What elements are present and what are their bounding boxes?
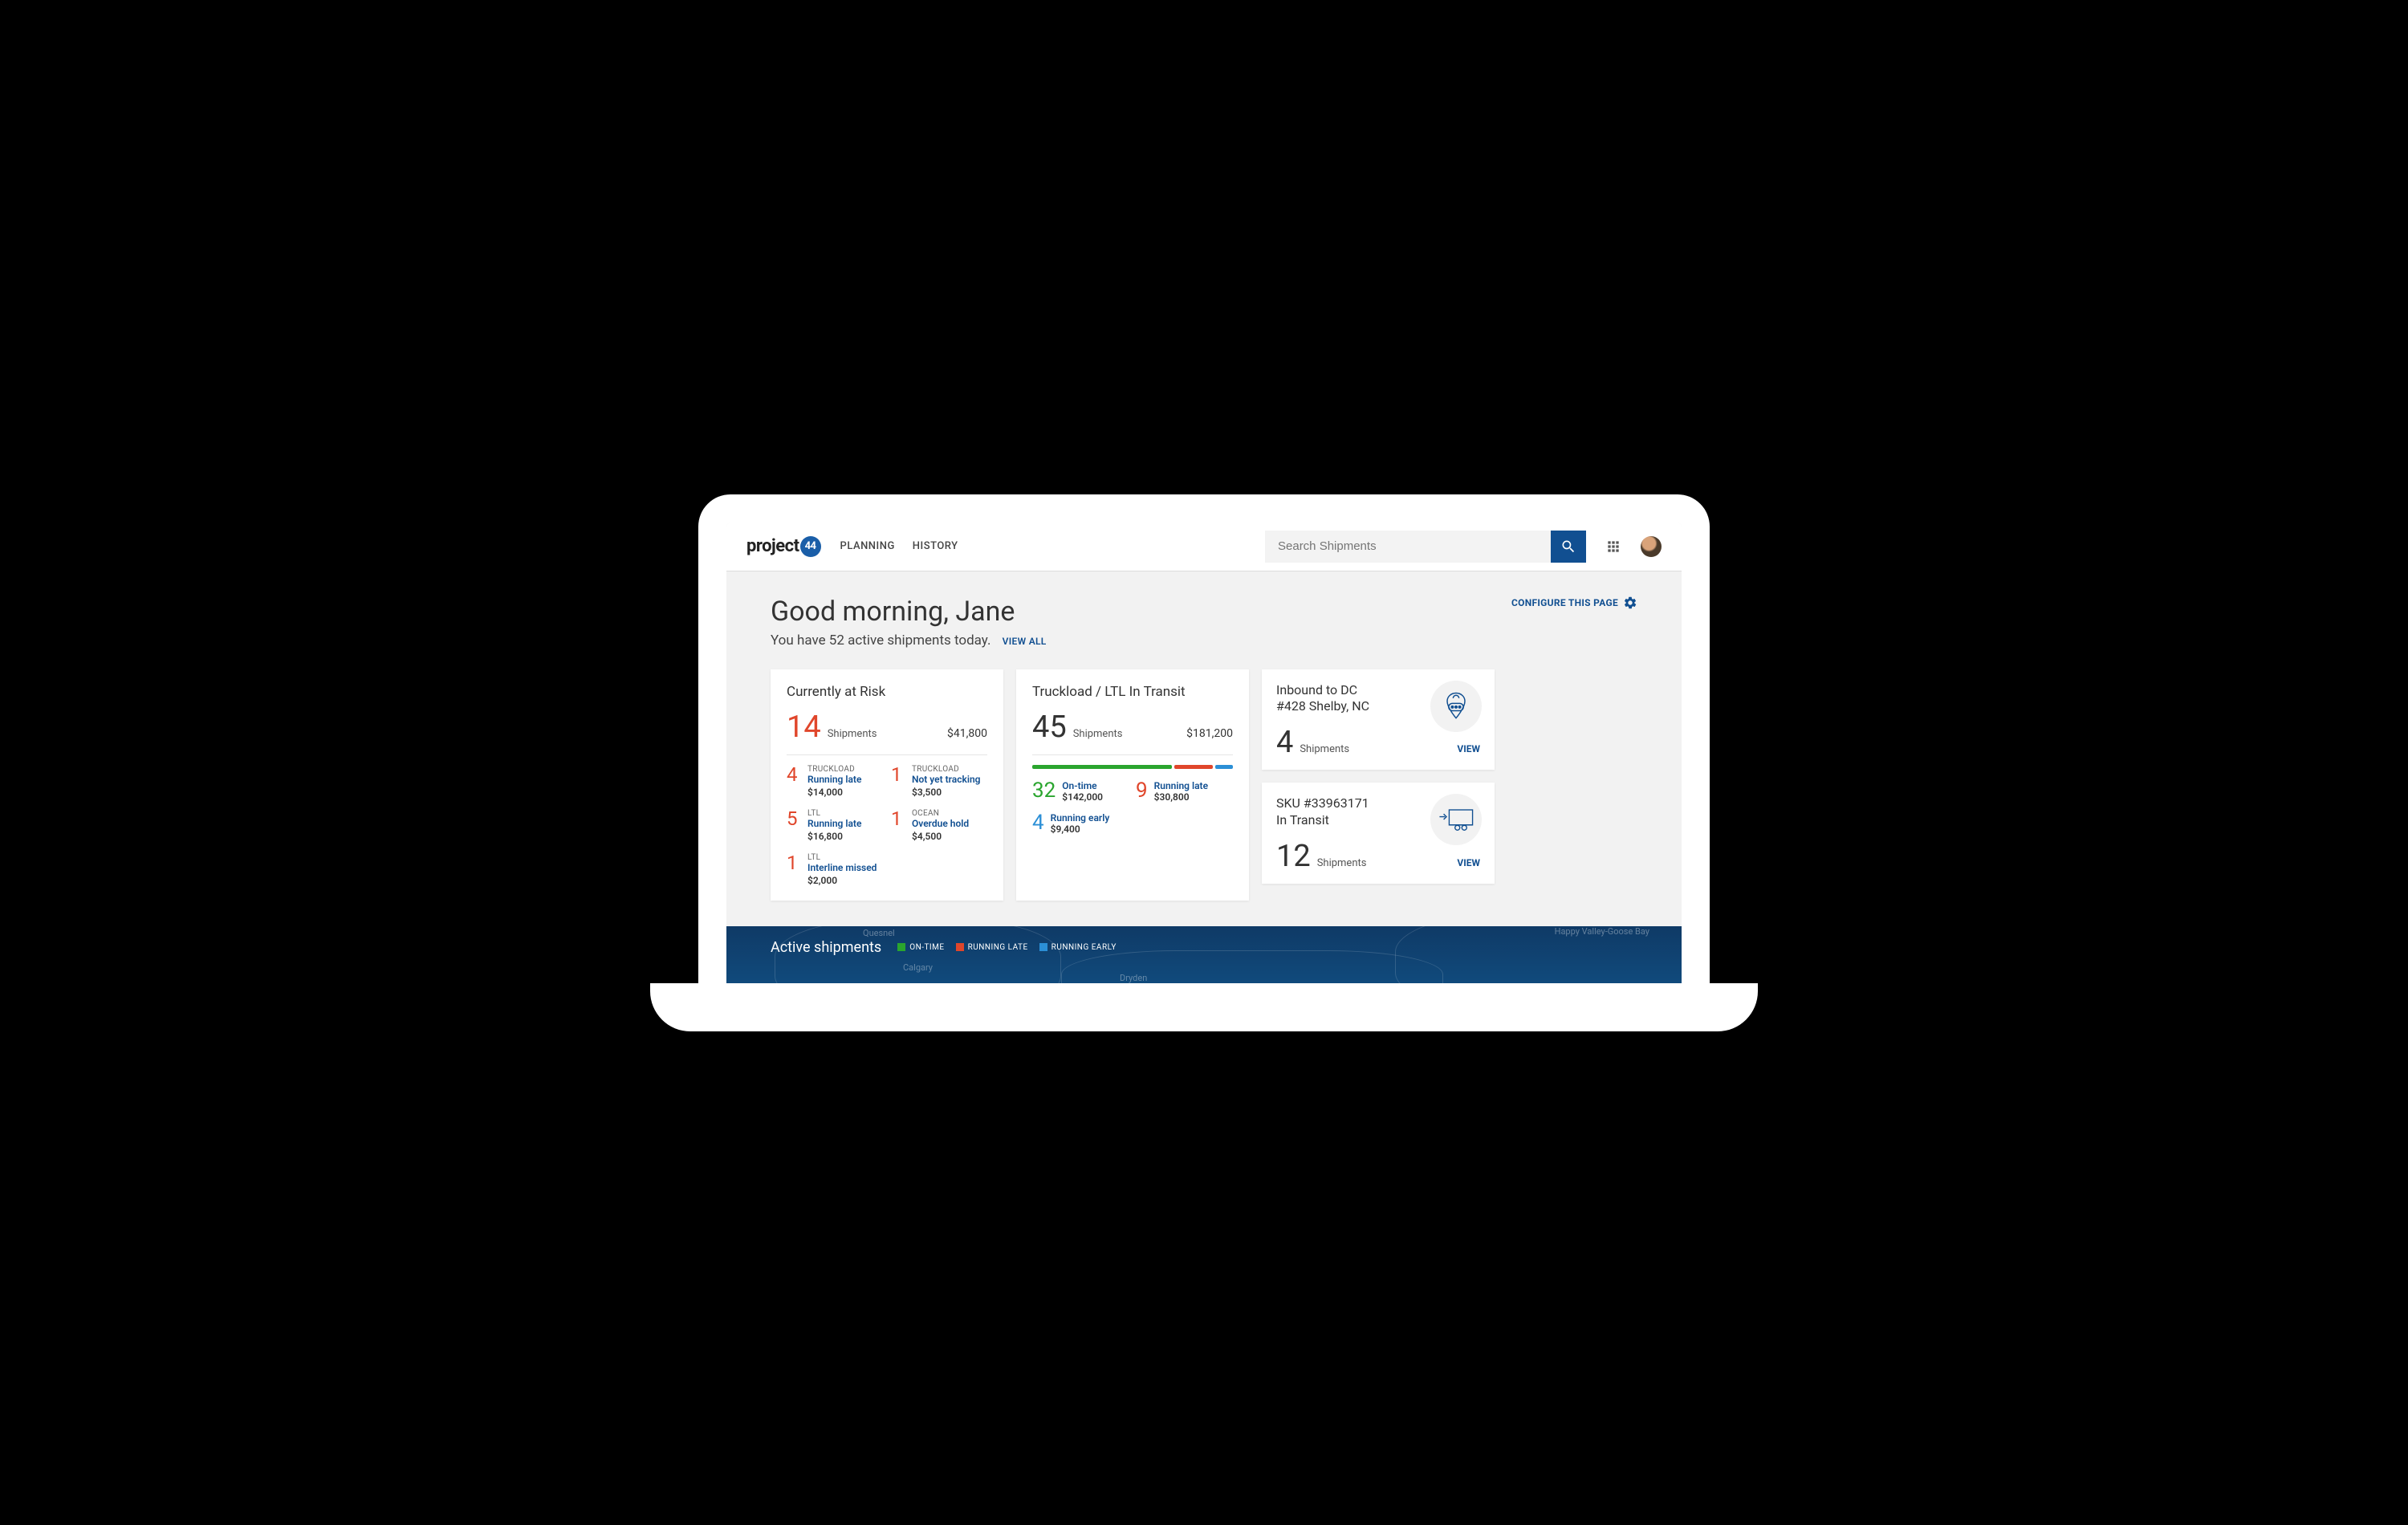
risk-amount: $41,800 (947, 727, 987, 740)
transit-item-early: 4 Running early $9,400 (1032, 812, 1129, 835)
right-column: Inbound to DC #428 Shelby, NC (1262, 669, 1495, 901)
risk-breakdown: 4 TRUCKLOAD Running late $14,000 1 TRUCK… (787, 765, 987, 886)
greeting: Good morning, Jane You have 52 active sh… (771, 596, 1047, 649)
card-sku-transit: SKU #33963171 In Transit (1262, 783, 1495, 884)
card-title: SKU #33963171 In Transit (1276, 795, 1413, 829)
card-at-risk: Currently at Risk 14 Shipments $41,800 4… (771, 669, 1003, 901)
search-bar (1265, 531, 1586, 563)
dashboard-page: Good morning, Jane You have 52 active sh… (726, 571, 1682, 901)
search-input[interactable] (1265, 531, 1551, 563)
risk-status-link[interactable]: Running late (807, 774, 883, 785)
logo[interactable]: project44 (746, 536, 821, 557)
risk-count-label: Shipments (828, 728, 877, 740)
transit-count: 45 (1032, 710, 1067, 745)
transit-item-late: 9 Running late $30,800 (1136, 780, 1233, 803)
transit-progress-bar (1032, 765, 1233, 769)
app-header: project44 PLANNING HISTORY (726, 523, 1682, 571)
inbound-count: 4 (1276, 725, 1293, 760)
card-title: Currently at Risk (787, 684, 987, 700)
map-legend: ON-TIME RUNNING LATE RUNNING EARLY (897, 943, 1117, 952)
laptop-frame: project44 PLANNING HISTORY Good morning,… (698, 494, 1710, 1031)
map-title: Active shipments (771, 939, 881, 956)
card-inbound-dc: Inbound to DC #428 Shelby, NC (1262, 669, 1495, 771)
risk-item: 4 TRUCKLOAD Running late $14,000 (787, 765, 883, 798)
greeting-row: Good morning, Jane You have 52 active sh… (771, 596, 1637, 649)
nav-history[interactable]: HISTORY (913, 540, 958, 552)
map-header: Active shipments ON-TIME RUNNING LATE RU… (771, 939, 1637, 956)
screen: project44 PLANNING HISTORY Good morning,… (726, 523, 1682, 983)
gear-icon (1623, 596, 1637, 610)
active-shipments-map[interactable]: Quesnel Calgary Vancouver Dryden Thunder… (726, 926, 1682, 983)
transit-breakdown: 32 On-time $142,000 9 Running late $30,8… (1032, 780, 1233, 835)
truck-icon (1430, 794, 1482, 845)
risk-status-link[interactable]: Interline missed (807, 862, 883, 873)
transit-status-link[interactable]: On-time (1062, 780, 1103, 791)
risk-status-link[interactable]: Overdue hold (912, 818, 987, 829)
view-all-link[interactable]: VIEW ALL (1003, 636, 1047, 647)
location-icon (1430, 681, 1482, 732)
card-totals: 14 Shipments $41,800 (787, 710, 987, 755)
card-totals: 45 Shipments $181,200 (1032, 710, 1233, 755)
transit-item-on-time: 32 On-time $142,000 (1032, 780, 1129, 803)
page-subtitle: You have 52 active shipments today. VIEW… (771, 632, 1047, 649)
bar-early (1215, 765, 1233, 769)
nav-planning[interactable]: PLANNING (840, 540, 895, 552)
logo-badge: 44 (800, 536, 821, 557)
risk-item: 5 LTL Running late $16,800 (787, 809, 883, 842)
card-in-transit: Truckload / LTL In Transit 45 Shipments … (1016, 669, 1249, 901)
avatar[interactable] (1641, 536, 1662, 557)
configure-page-button[interactable]: CONFIGURE THIS PAGE (1511, 596, 1637, 610)
legend-on-time: ON-TIME (897, 943, 944, 952)
bar-late (1174, 765, 1214, 769)
view-button[interactable]: VIEW (1457, 857, 1480, 868)
view-button[interactable]: VIEW (1457, 743, 1480, 754)
sku-count: 12 (1276, 839, 1311, 874)
page-title: Good morning, Jane (771, 596, 1047, 628)
risk-item: 1 LTL Interline missed $2,000 (787, 853, 883, 886)
search-icon (1560, 539, 1576, 555)
legend-early: RUNNING EARLY (1039, 943, 1117, 952)
transit-status-link[interactable]: Running late (1154, 780, 1208, 791)
search-button[interactable] (1551, 531, 1586, 563)
risk-status-link[interactable]: Running late (807, 818, 883, 829)
risk-item: 1 OCEAN Overdue hold $4,500 (891, 809, 987, 842)
transit-amount: $181,200 (1186, 727, 1233, 740)
main-nav: PLANNING HISTORY (840, 540, 958, 552)
transit-status-link[interactable]: Running early (1051, 812, 1110, 824)
card-title: Inbound to DC #428 Shelby, NC (1276, 682, 1413, 716)
risk-status-link[interactable]: Not yet tracking (912, 774, 987, 785)
logo-text: project (746, 536, 799, 556)
legend-late: RUNNING LATE (956, 943, 1028, 952)
laptop-base (650, 983, 1758, 1031)
card-title: Truckload / LTL In Transit (1032, 684, 1233, 700)
risk-item: 1 TRUCKLOAD Not yet tracking $3,500 (891, 765, 987, 798)
risk-count: 14 (787, 710, 821, 745)
cards-grid: Currently at Risk 14 Shipments $41,800 4… (771, 669, 1637, 901)
bar-on-time (1032, 765, 1172, 769)
apps-grid-icon[interactable] (1605, 539, 1621, 555)
